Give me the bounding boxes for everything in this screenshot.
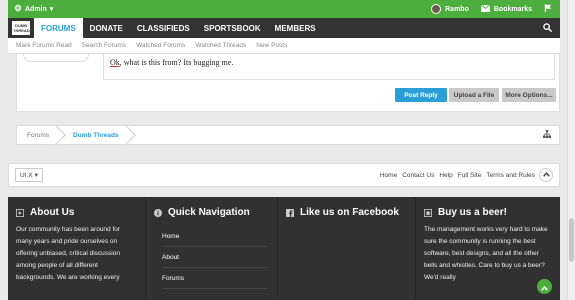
footer-link-home[interactable]: Home [380,172,397,179]
tab-donate[interactable]: DONATE [83,18,130,38]
upload-file-button[interactable]: Upload a File [449,88,499,102]
scrollbar-thumb[interactable] [569,218,574,262]
style-chooser[interactable]: UI.X ▾ [15,168,43,182]
main-nav: DUMB THREADS FORUMS DONATE CLASSIFIEDS S… [8,18,560,38]
chevron-up-icon [541,278,548,296]
chevron-down-icon: ▾ [34,172,38,179]
avatar [431,4,442,14]
footer-link-terms[interactable]: Terms and Rules [486,172,535,179]
user-menu[interactable]: Rambo [431,4,469,14]
site-logo[interactable]: DUMB THREADS [12,21,33,35]
chevron-up-icon [542,171,550,179]
bookmarks-label: Bookmarks [493,5,532,13]
breadcrumb-dumb-threads[interactable]: Dumb Threads [59,125,129,145]
footer: About Us Our community has been around f… [8,197,560,300]
subnav-new-posts[interactable]: New Posts [256,42,287,49]
beer-title: Buy us a beer! [438,207,507,218]
facebook-icon [286,208,294,217]
reply-editor[interactable]: Ok, what is this from? Its bugging me. [103,54,555,80]
editor-text-rest: , what is this from? Its bugging me. [119,58,234,67]
envelope-icon [480,4,491,14]
tab-sportsbook[interactable]: SPORTSBOOK [197,18,268,38]
quick-nav-about[interactable]: About [162,247,267,268]
footer-beer: Buy us a beer! The management works very… [416,197,560,300]
editor-text-underlined: Ok [110,58,120,67]
tab-members[interactable]: MEMBERS [268,18,323,38]
footer-links-bar: UI.X ▾ Home Contact Us Help Full Site Te… [8,163,560,187]
beer-text: The management works very hard to make s… [424,226,548,281]
facebook-title: Like us on Facebook [300,207,399,218]
site-logo-text: DUMB THREADS [13,23,33,33]
flag-icon[interactable] [544,4,552,14]
scroll-up-button[interactable] [539,168,553,182]
about-text: Our community has been around for many y… [16,226,121,281]
subnav-search-forums[interactable]: Search Forums [82,42,126,49]
admin-menu[interactable]: Admin ▾ [8,4,53,14]
bookmarks-link[interactable]: Bookmarks [480,4,532,14]
avatar [23,54,89,62]
post-reply-button[interactable]: Post Reply [395,88,447,102]
beer-icon [424,208,432,217]
page: Admin ▾ Rambo Bookmarks DUMB THREADS FOR… [0,0,575,300]
sitemap-icon[interactable] [543,130,551,140]
reply-editor-text: Ok, what is this from? Its bugging me. [110,58,233,67]
gear-icon [14,4,22,14]
sub-nav: Mark Forums Read Search Forums Watched F… [8,38,560,54]
quick-nav-title: Quick Navigation [168,207,250,218]
quick-nav-forums[interactable]: Forums [162,268,267,289]
footer-facebook: Like us on Facebook [278,197,416,300]
tab-classifieds[interactable]: CLASSIFIEDS [130,18,197,38]
footer-link-contact[interactable]: Contact Us [402,172,434,179]
info-icon [154,208,162,217]
scrollbar[interactable] [567,0,575,300]
admin-bar: Admin ▾ Rambo Bookmarks [8,0,560,18]
footer-link-help[interactable]: Help [439,172,452,179]
subnav-watched-forums[interactable]: Watched Forums [136,42,185,49]
breadcrumb: Forums Dumb Threads [16,125,560,145]
about-title: About Us [30,207,75,218]
footer-about: About Us Our community has been around f… [8,197,146,300]
content-area: Ok, what is this from? Its bugging me. P… [8,54,560,154]
subnav-mark-forums-read[interactable]: Mark Forums Read [16,42,72,49]
admin-label: Admin [25,5,47,13]
style-chooser-value: UI.X [20,171,33,179]
quick-nav-home[interactable]: Home [162,226,267,247]
play-icon [16,208,24,217]
back-to-top-button[interactable] [537,279,552,294]
search-icon[interactable] [543,19,553,37]
username: Rambo [445,5,469,13]
chevron-down-icon: ▾ [49,6,54,13]
tab-forums[interactable]: FORUMS [34,18,83,38]
more-options-button[interactable]: More Options... [502,88,556,102]
subnav-watched-threads[interactable]: Watched Threads [195,42,246,49]
footer-link-full-site[interactable]: Full Site [458,172,481,179]
footer-quick-nav: Quick Navigation Home About Forums [146,197,278,300]
quick-reply: Ok, what is this from? Its bugging me. P… [16,54,560,112]
breadcrumb-forums[interactable]: Forums [17,125,59,145]
